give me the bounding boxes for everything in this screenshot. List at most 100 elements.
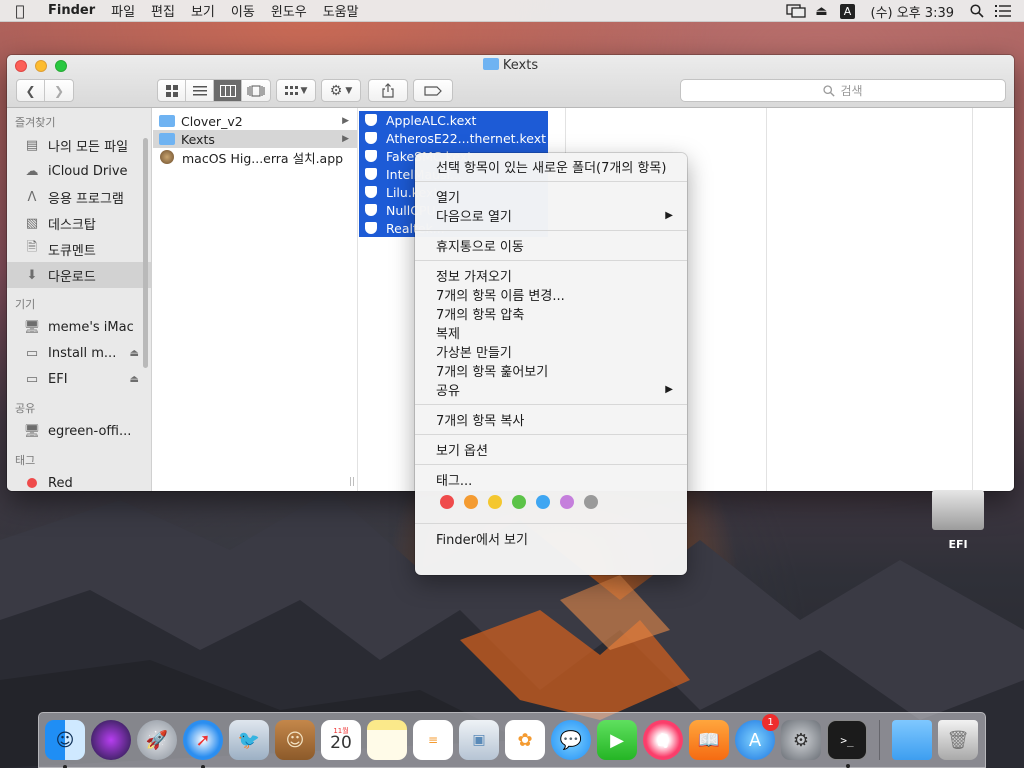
system-preferences-dock-icon[interactable]: ⚙ <box>781 720 821 760</box>
menu-item-new-folder-with-selection[interactable]: 선택 항목이 있는 새로운 폴더(7개의 항목) <box>415 157 687 176</box>
sidebar-item-install-disk[interactable]: ▭ Install m... ⏏ <box>7 340 151 366</box>
sidebar-item-efi[interactable]: ▭ EFI ⏏ <box>7 366 151 392</box>
tag-color-orange[interactable] <box>464 495 478 509</box>
calendar-day: 20 <box>330 733 352 753</box>
list-item[interactable]: Clover_v2 ▶ <box>153 112 357 130</box>
desktop-efi-label: EFI <box>948 538 968 551</box>
menu-item-show-in-finder[interactable]: Finder에서 보기 <box>415 529 687 548</box>
sidebar-section-favorites: 즐겨찾기 <box>15 116 56 129</box>
share-button[interactable] <box>368 79 408 102</box>
display-mirroring-icon[interactable] <box>783 0 809 22</box>
folder-icon <box>482 58 499 70</box>
eject-icon[interactable]: ⏏ <box>809 0 835 22</box>
menu-item-share[interactable]: 공유 ▶ <box>415 380 687 399</box>
tag-color-red[interactable] <box>440 495 454 509</box>
menu-view[interactable]: 보기 <box>183 1 223 20</box>
messages-dock-icon[interactable]: 💬 <box>551 720 591 760</box>
menu-item-quick-look[interactable]: 7개의 항목 훑어보기 <box>415 361 687 380</box>
downloads-stack-icon[interactable] <box>892 720 932 760</box>
back-button[interactable]: ❮ <box>17 80 45 101</box>
edit-tags-button[interactable] <box>413 79 453 102</box>
monitor-icon: 🖥 <box>23 423 41 439</box>
contacts-dock-icon[interactable]: ☺ <box>275 720 315 760</box>
menu-clock[interactable]: (수) 오후 3:39 <box>861 2 964 21</box>
tag-color-gray[interactable] <box>584 495 598 509</box>
coverflow-view-button[interactable] <box>242 80 270 101</box>
spotlight-search-icon[interactable] <box>964 0 990 22</box>
notification-badge: 1 <box>762 714 779 731</box>
menu-file[interactable]: 파일 <box>103 1 143 20</box>
list-item[interactable]: AppleALC.kext <box>359 111 548 129</box>
photo-booth-dock-icon[interactable]: ▣ <box>459 720 499 760</box>
sidebar-item-all-files[interactable]: ▤ 나의 모든 파일 <box>7 132 151 158</box>
sidebar-scrollbar[interactable] <box>143 138 148 368</box>
menu-item-open[interactable]: 열기 <box>415 187 687 206</box>
app-store-dock-icon[interactable]: A1 <box>735 714 779 760</box>
reminders-dock-icon[interactable]: ≡ <box>413 720 453 760</box>
list-view-button[interactable] <box>186 80 214 101</box>
menu-item-view-options[interactable]: 보기 옵션 <box>415 440 687 459</box>
menu-item-tags[interactable]: 태그... <box>415 470 687 489</box>
tag-color-yellow[interactable] <box>488 495 502 509</box>
group-by-button[interactable]: ▼ <box>276 79 316 102</box>
menu-item-duplicate[interactable]: 복제 <box>415 323 687 342</box>
menu-app-finder[interactable]: Finder <box>40 3 103 18</box>
sidebar-item-desktop[interactable]: ▧ 데스크탑 <box>7 210 151 236</box>
forward-button[interactable]: ❯ <box>45 80 73 101</box>
sidebar-item-icloud[interactable]: ☁ iCloud Drive <box>7 158 151 184</box>
terminal-dock-icon[interactable]: >_ <box>827 720 867 768</box>
menu-item-rename[interactable]: 7개의 항목 이름 변경... <box>415 285 687 304</box>
apple-menu-icon[interactable]:  <box>0 2 40 20</box>
menu-item-move-to-trash[interactable]: 휴지통으로 이동 <box>415 236 687 255</box>
list-item[interactable]: Kexts ▶ <box>153 130 357 148</box>
menu-window[interactable]: 윈도우 <box>263 1 315 20</box>
icon-view-button[interactable] <box>158 80 186 101</box>
notes-dock-icon[interactable] <box>367 720 407 760</box>
sidebar-item-imac[interactable]: 🖥 meme's iMac <box>7 314 151 340</box>
tag-color-blue[interactable] <box>536 495 550 509</box>
sidebar-item-applications[interactable]: Λ 응용 프로그램 <box>7 184 151 210</box>
photos-dock-icon[interactable]: ✿ <box>505 720 545 760</box>
desktop-efi-drive[interactable]: EFI <box>930 490 986 551</box>
menu-help[interactable]: 도움말 <box>315 1 367 20</box>
applications-icon: Λ <box>27 189 37 205</box>
menu-item-make-alias[interactable]: 가상본 만들기 <box>415 342 687 361</box>
menu-separator <box>415 230 687 231</box>
tag-color-green[interactable] <box>512 495 526 509</box>
sidebar-item-documents[interactable]: 🗎 도큐멘트 <box>7 236 151 262</box>
list-item[interactable]: AtherosE22...thernet.kext <box>359 129 548 147</box>
preview-dock-icon[interactable]: 🐦 <box>229 720 269 760</box>
launchpad-dock-icon[interactable]: 🚀 <box>137 720 177 760</box>
chevron-down-icon: ▼ <box>345 85 353 96</box>
trash-dock-icon[interactable]: 🗑 <box>938 720 978 760</box>
tag-color-purple[interactable] <box>560 495 574 509</box>
ibooks-dock-icon[interactable]: 📖 <box>689 720 729 760</box>
safari-dock-icon[interactable]: ➚ <box>183 720 223 768</box>
column-view-button[interactable] <box>214 80 242 101</box>
notification-center-icon[interactable] <box>990 0 1016 22</box>
menu-separator <box>415 434 687 435</box>
sidebar-item-shared-computer[interactable]: 🖥 egreen-offi... <box>7 418 151 444</box>
menu-edit[interactable]: 편집 <box>143 1 183 20</box>
calendar-dock-icon[interactable]: 11월 20 <box>321 720 361 760</box>
finder-dock-icon[interactable]: ☺ <box>45 720 85 768</box>
eject-icon[interactable]: ⏏ <box>130 374 139 385</box>
menu-item-get-info[interactable]: 정보 가져오기 <box>415 266 687 285</box>
menu-go[interactable]: 이동 <box>223 1 263 20</box>
menu-item-compress[interactable]: 7개의 항목 압축 <box>415 304 687 323</box>
action-gear-button[interactable]: ⚙ ▼ <box>321 79 361 102</box>
sidebar-item-tag-red[interactable]: Red <box>7 470 151 491</box>
column-resize-handle[interactable]: || <box>349 477 355 487</box>
kext-icon <box>365 132 377 144</box>
search-field[interactable]: 검색 <box>680 79 1006 102</box>
input-source-icon[interactable]: A <box>835 0 861 22</box>
eject-icon[interactable]: ⏏ <box>130 348 139 359</box>
menu-item-copy[interactable]: 7개의 항목 복사 <box>415 410 687 429</box>
menu-item-open-with[interactable]: 다음으로 열기 ▶ <box>415 206 687 225</box>
list-item[interactable]: macOS Hig...erra 설치.app <box>153 148 357 166</box>
desktop-icon: ▧ <box>25 215 39 231</box>
sidebar-item-downloads[interactable]: ⬇ 다운로드 <box>7 262 151 288</box>
siri-dock-icon[interactable] <box>91 720 131 760</box>
facetime-dock-icon[interactable]: ▶ <box>597 720 637 760</box>
itunes-dock-icon[interactable]: ♫ <box>643 720 683 760</box>
